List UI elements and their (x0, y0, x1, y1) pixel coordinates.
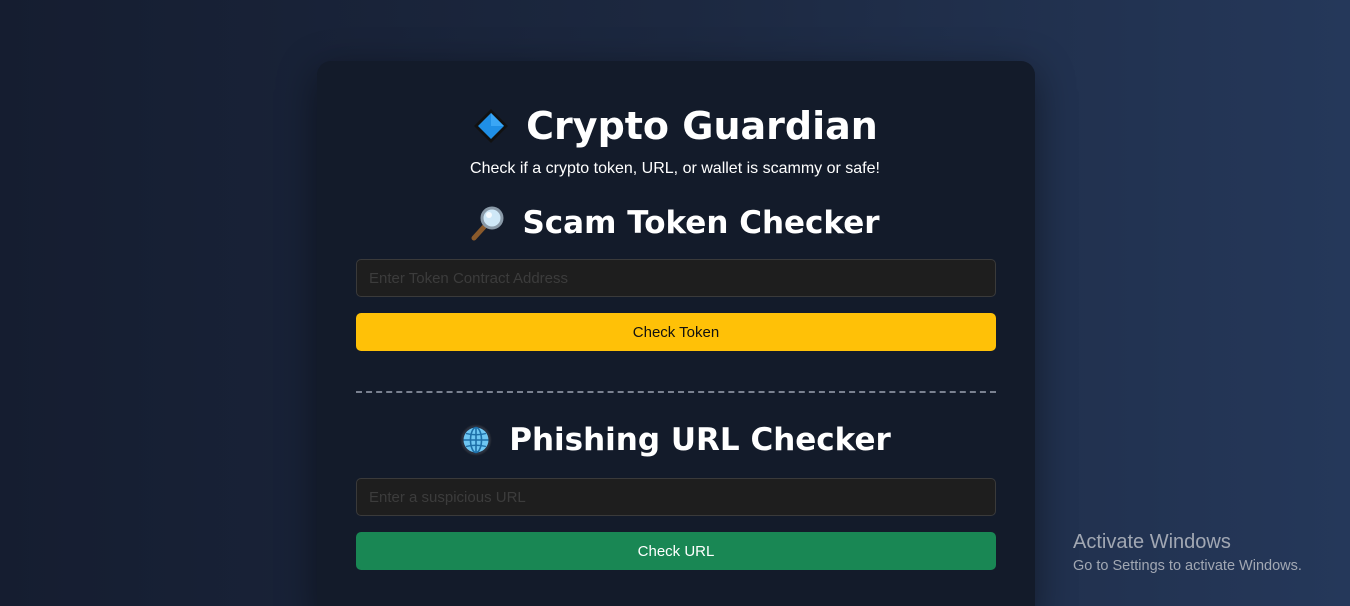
app-title-text: Crypto Guardian (526, 104, 878, 148)
watermark-title: Activate Windows (1073, 531, 1231, 553)
url-checker-heading-text: Phishing URL Checker (509, 422, 891, 458)
blue-diamond-icon (472, 107, 510, 145)
token-checker-heading: Scam Token Checker (0, 205, 1350, 241)
app-title: Crypto Guardian (0, 104, 1350, 148)
check-url-button[interactable]: Check URL (356, 532, 996, 570)
globe-icon (459, 423, 493, 457)
watermark-subtitle: Go to Settings to activate Windows. (1073, 558, 1302, 574)
section-divider (356, 391, 996, 393)
url-checker-heading: Phishing URL Checker (0, 422, 1350, 458)
magnifying-glass-icon (470, 205, 506, 241)
check-token-button[interactable]: Check Token (356, 313, 996, 351)
token-address-input[interactable] (356, 259, 996, 297)
token-checker-heading-text: Scam Token Checker (522, 205, 880, 241)
suspicious-url-input[interactable] (356, 478, 996, 516)
app-subtitle: Check if a crypto token, URL, or wallet … (470, 160, 880, 177)
activate-windows-watermark: Activate Windows Go to Settings to activ… (1073, 531, 1302, 574)
